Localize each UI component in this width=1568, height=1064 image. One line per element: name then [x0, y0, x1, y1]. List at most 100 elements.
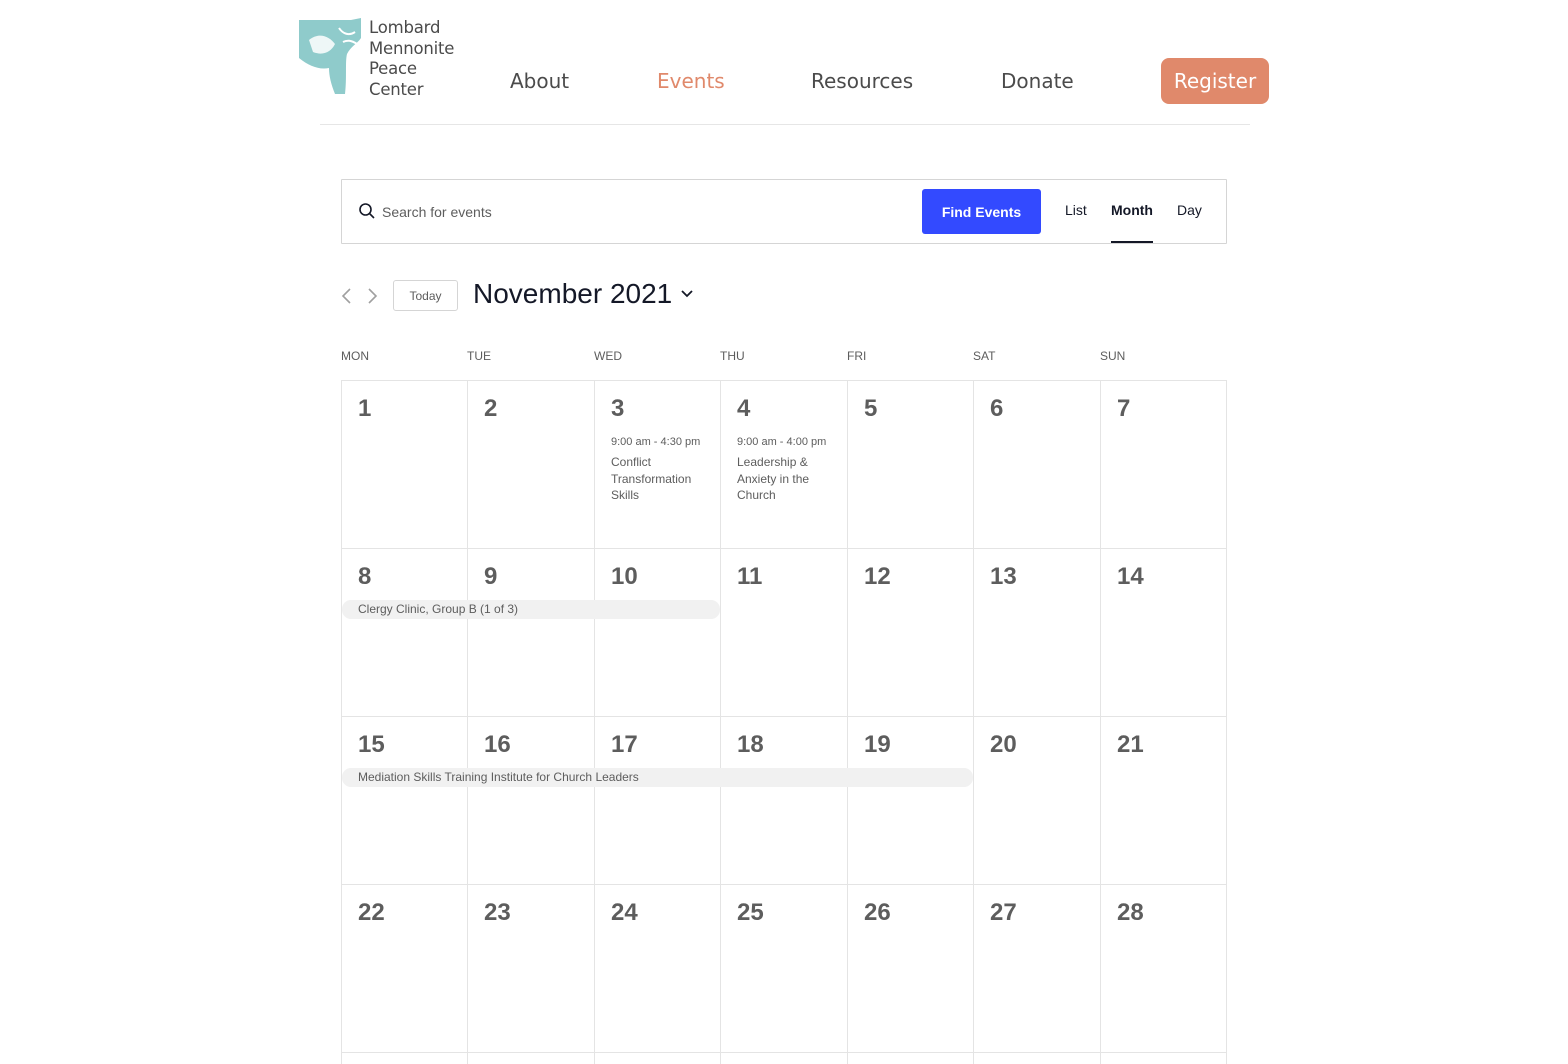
logo-line: Center — [369, 79, 424, 99]
weekday-header: SAT — [973, 349, 996, 363]
day-number: 6 — [990, 395, 1004, 422]
day-number: 16 — [484, 731, 511, 758]
logo-line: Peace — [369, 59, 417, 78]
day-cell[interactable]: 23 — [468, 885, 595, 1053]
day-cell[interactable] — [342, 1053, 468, 1064]
event-title[interactable]: Conflict Transformation Skills — [611, 454, 711, 504]
event-time: 9:00 am - 4:00 pm — [737, 436, 827, 448]
day-cell[interactable]: 26 — [848, 885, 974, 1053]
logo-line: Mennonite — [369, 38, 455, 58]
day-number: 4 — [737, 395, 751, 422]
day-cell[interactable]: 6 — [974, 381, 1101, 549]
weekday-header: SUN — [1100, 349, 1126, 363]
day-cell[interactable]: 5 — [848, 381, 974, 549]
day-number: 11 — [737, 563, 763, 590]
weekday-header: THU — [720, 349, 745, 363]
nav-events[interactable]: Events — [657, 58, 725, 104]
multiday-event-bar[interactable]: Mediation Skills Training Institute for … — [342, 768, 973, 787]
event-entry[interactable]: 9:00 am - 4:30 pm Conflict Transformatio… — [611, 436, 711, 504]
day-cell[interactable]: 19 — [848, 717, 974, 885]
day-number: 22 — [358, 899, 385, 926]
find-events-button[interactable]: Find Events — [922, 189, 1041, 234]
day-cell[interactable]: 14 — [1101, 549, 1227, 717]
header-divider — [320, 124, 1250, 125]
day-number: 26 — [864, 899, 891, 926]
day-cell[interactable]: 17 — [595, 717, 721, 885]
site-logo[interactable]: Lombard Mennonite Peace Center — [299, 18, 469, 99]
nav-donate[interactable]: Donate — [1001, 58, 1074, 104]
day-number: 28 — [1117, 899, 1144, 926]
event-entry[interactable]: 9:00 am - 4:00 pm Leadership & Anxiety i… — [737, 436, 837, 504]
day-cell[interactable]: 8 — [342, 549, 468, 717]
day-number: 17 — [611, 731, 638, 758]
day-cell[interactable] — [974, 1053, 1101, 1064]
day-cell[interactable]: 4 9:00 am - 4:00 pm Leadership & Anxiety… — [721, 381, 848, 549]
view-month-tab[interactable]: Month — [1111, 202, 1153, 218]
dove-logo-icon — [299, 18, 361, 94]
multiday-event-bar[interactable]: Clergy Clinic, Group B (1 of 3) — [342, 600, 720, 619]
view-list-tab[interactable]: List — [1065, 202, 1087, 218]
event-title[interactable]: Leadership & Anxiety in the Church — [737, 454, 837, 504]
day-cell[interactable] — [1101, 1053, 1227, 1064]
day-cell[interactable] — [595, 1053, 721, 1064]
day-cell[interactable] — [848, 1053, 974, 1064]
month-picker[interactable]: November 2021 — [473, 278, 694, 310]
day-number: 27 — [990, 899, 1017, 926]
day-cell[interactable]: 27 — [974, 885, 1101, 1053]
day-cell[interactable]: 9 — [468, 549, 595, 717]
day-cell[interactable]: 13 — [974, 549, 1101, 717]
day-number: 23 — [484, 899, 511, 926]
day-number: 14 — [1117, 563, 1144, 590]
day-number: 7 — [1117, 395, 1131, 422]
day-cell[interactable]: 28 — [1101, 885, 1227, 1053]
chevron-down-icon — [681, 290, 693, 298]
weekday-header: MON — [341, 349, 369, 363]
day-cell[interactable]: 3 9:00 am - 4:30 pm Conflict Transformat… — [595, 381, 721, 549]
active-view-indicator — [1111, 241, 1153, 243]
day-cell[interactable]: 20 — [974, 717, 1101, 885]
day-number: 18 — [737, 731, 764, 758]
events-search-bar: Find Events List Month Day — [341, 179, 1227, 244]
previous-month-icon[interactable] — [339, 286, 355, 306]
logo-wordmark: Lombard Mennonite Peace Center — [369, 18, 455, 99]
day-cell[interactable]: 7 — [1101, 381, 1227, 549]
weekday-header: WED — [594, 349, 622, 363]
day-number: 1 — [358, 395, 372, 422]
day-cell[interactable]: 10 — [595, 549, 721, 717]
day-cell[interactable] — [468, 1053, 595, 1064]
day-cell[interactable]: 16 — [468, 717, 595, 885]
day-number: 8 — [358, 563, 372, 590]
today-button[interactable]: Today — [393, 280, 458, 311]
day-cell[interactable] — [721, 1053, 848, 1064]
day-cell[interactable]: 12 — [848, 549, 974, 717]
day-cell[interactable]: 2 — [468, 381, 595, 549]
day-number: 2 — [484, 395, 498, 422]
day-number: 19 — [864, 731, 891, 758]
day-cell[interactable]: 24 — [595, 885, 721, 1053]
view-day-tab[interactable]: Day — [1177, 202, 1202, 218]
day-cell[interactable]: 18 — [721, 717, 848, 885]
weekday-header: TUE — [467, 349, 491, 363]
day-number: 9 — [484, 563, 498, 590]
nav-about[interactable]: About — [510, 58, 569, 104]
day-number: 15 — [358, 731, 385, 758]
day-cell[interactable]: 21 — [1101, 717, 1227, 885]
day-cell[interactable]: 22 — [342, 885, 468, 1053]
day-number: 25 — [737, 899, 764, 926]
search-input[interactable] — [382, 196, 902, 228]
month-title: November 2021 — [473, 278, 673, 309]
day-cell[interactable]: 15 — [342, 717, 468, 885]
day-cell[interactable]: 1 — [342, 381, 468, 549]
day-number: 13 — [990, 563, 1017, 590]
event-time: 9:00 am - 4:30 pm — [611, 436, 701, 448]
day-number: 3 — [611, 395, 625, 422]
day-number: 5 — [864, 395, 878, 422]
next-month-icon[interactable] — [364, 286, 380, 306]
day-number: 20 — [990, 731, 1017, 758]
weekday-header: FRI — [847, 349, 867, 363]
day-cell[interactable]: 11 — [721, 549, 848, 717]
day-cell[interactable]: 25 — [721, 885, 848, 1053]
search-icon — [359, 203, 375, 219]
nav-resources[interactable]: Resources — [811, 58, 913, 104]
register-button[interactable]: Register — [1161, 58, 1269, 104]
